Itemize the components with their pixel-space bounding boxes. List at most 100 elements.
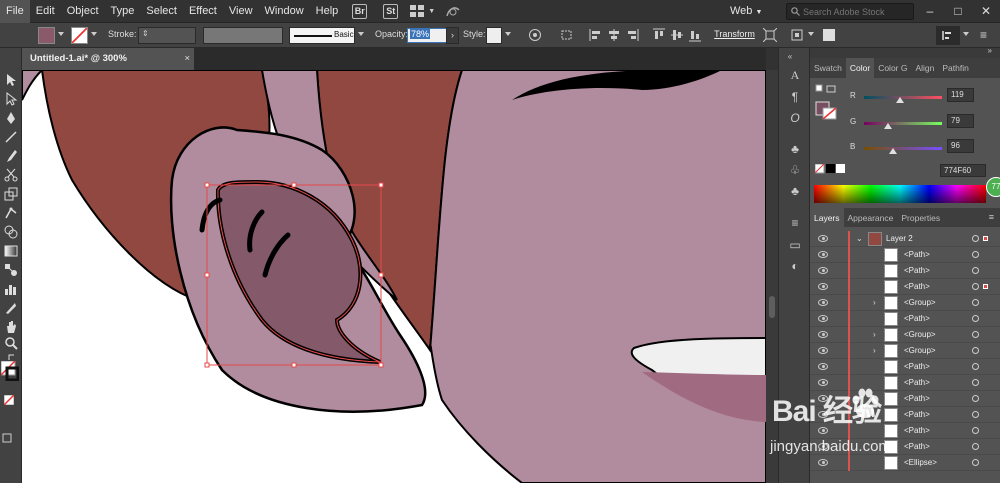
variable-width-profile[interactable] (203, 27, 283, 44)
tab-layers[interactable]: Layers (810, 208, 844, 227)
hand-tool-icon[interactable] (3, 319, 19, 335)
layer-row[interactable]: <Path> (810, 247, 1000, 263)
zoom-tool-icon[interactable] (3, 335, 19, 351)
hamburger-menu-icon[interactable]: ≡ (980, 28, 987, 42)
bridge-icon[interactable]: Br (352, 3, 368, 19)
blend-tool-icon[interactable] (3, 262, 19, 278)
close-tab-icon[interactable]: × (184, 48, 190, 70)
tab-color[interactable]: Color (845, 58, 875, 78)
paragraph-panel-icon[interactable]: ¶ (788, 90, 802, 104)
align-to-icon[interactable] (560, 28, 574, 42)
minimize-button[interactable]: – (916, 0, 944, 23)
none-color-icon[interactable] (4, 395, 14, 405)
layer-row[interactable]: <Path> (810, 279, 1000, 295)
target-circle-icon[interactable] (972, 251, 979, 258)
selection-handle-ml[interactable] (204, 272, 210, 278)
menu-view[interactable]: View (223, 0, 259, 23)
draw-mode-icon[interactable] (2, 433, 12, 443)
fill-stroke-indicator[interactable] (1, 361, 19, 381)
blue-value-field[interactable]: 96 (947, 139, 974, 153)
selection-handle-br[interactable] (378, 362, 384, 368)
arrange-documents-icon[interactable] (410, 5, 425, 17)
selection-handle-bm[interactable] (291, 362, 297, 368)
chevron-down-icon[interactable] (91, 32, 97, 36)
layer-row[interactable]: <Path> (810, 359, 1000, 375)
brush-definition[interactable]: Basic (289, 27, 355, 44)
visibility-eye-icon[interactable] (818, 235, 828, 242)
menu-effect[interactable]: Effect (183, 0, 223, 23)
scale-tool-icon[interactable] (3, 186, 19, 202)
search-input[interactable] (803, 6, 913, 17)
green-slider-track[interactable] (864, 122, 942, 125)
maximize-button[interactable]: □ (944, 0, 972, 23)
paintbrush-tool-icon[interactable] (3, 148, 19, 164)
gpu-performance-icon[interactable] (445, 4, 461, 18)
selection-tool-icon[interactable] (3, 72, 19, 88)
slice-tool-icon[interactable] (3, 300, 19, 316)
layer-row-layer2[interactable]: ⌄ Layer 2 (810, 231, 1000, 247)
chevron-right-icon[interactable]: › (873, 298, 876, 307)
libraries-panel-icon[interactable]: ♧ (788, 163, 802, 177)
panel-options-icon[interactable]: ≡ (989, 212, 994, 222)
stroke-panel-icon[interactable]: ≡ (788, 216, 802, 230)
selected-art-indicator[interactable] (983, 236, 988, 241)
chevron-down-icon[interactable] (358, 32, 364, 36)
stock-search[interactable] (786, 3, 914, 20)
layer-row[interactable]: › <Group> (810, 295, 1000, 311)
quick-swatches[interactable] (815, 164, 845, 174)
opentype-panel-icon[interactable]: O (788, 111, 802, 125)
chevron-down-icon[interactable]: ▼ (428, 8, 435, 15)
brushes-panel-icon[interactable]: ♣ (788, 184, 802, 198)
align-top-icon[interactable] (652, 28, 666, 42)
target-circle-icon[interactable] (972, 315, 979, 322)
target-circle-icon[interactable] (972, 363, 979, 370)
align-middle-icon[interactable] (670, 28, 684, 42)
stock-icon[interactable]: St (383, 3, 399, 19)
visibility-eye-icon[interactable] (818, 315, 828, 322)
target-circle-icon[interactable] (972, 347, 979, 354)
swap-fill-stroke-icon[interactable] (8, 353, 16, 361)
collapse-icon[interactable]: « (783, 50, 797, 64)
workspace-switcher[interactable]: Web ▼ (730, 0, 762, 23)
scrollbar-thumb[interactable] (769, 296, 775, 318)
target-circle-icon[interactable] (972, 283, 979, 290)
document-tab[interactable]: Untitled-1.ai* @ 300% (RGB/Preview) × (22, 48, 194, 86)
blue-slider-knob[interactable] (889, 148, 898, 154)
edit-group-icon[interactable] (790, 28, 804, 42)
opacity-arrow-button[interactable]: › (446, 27, 459, 44)
visibility-eye-icon[interactable] (818, 347, 828, 354)
direct-selection-tool-icon[interactable] (3, 91, 19, 107)
face-shape[interactable] (429, 70, 766, 483)
tab-appearance[interactable]: Appearance (844, 208, 898, 227)
color-spectrum[interactable] (814, 185, 986, 203)
pen-tool-icon[interactable] (3, 110, 19, 126)
red-slider-knob[interactable] (896, 97, 905, 103)
selection-handle-tr[interactable] (378, 182, 384, 188)
tab-pathfinder[interactable]: Pathfin (938, 58, 972, 78)
chevron-right-icon[interactable]: › (873, 346, 876, 355)
visibility-eye-icon[interactable] (818, 251, 828, 258)
gradient-tool-icon[interactable] (3, 243, 19, 259)
target-circle-icon[interactable] (972, 235, 979, 242)
align-center-icon[interactable] (607, 28, 621, 42)
layer-row[interactable]: <Path> (810, 311, 1000, 327)
shape-builder-tool-icon[interactable] (3, 224, 19, 240)
layer-row[interactable]: › <Group> (810, 327, 1000, 343)
stepper-icon[interactable]: ⇕ (142, 29, 149, 38)
selection-handle-mr[interactable] (378, 272, 384, 278)
tab-align[interactable]: Align (911, 58, 938, 78)
menu-help[interactable]: Help (310, 0, 345, 23)
visibility-eye-icon[interactable] (818, 299, 828, 306)
chevron-down-icon[interactable]: ⌄ (856, 234, 863, 243)
green-slider-knob[interactable] (884, 123, 893, 129)
target-circle-icon[interactable] (972, 267, 979, 274)
panel-menu-button[interactable] (936, 26, 960, 45)
puppet-warp-tool-icon[interactable] (3, 205, 19, 221)
target-circle-icon[interactable] (972, 331, 979, 338)
fill-swatch[interactable] (38, 27, 55, 44)
menu-type[interactable]: Type (105, 0, 141, 23)
green-value-field[interactable]: 79 (947, 114, 974, 128)
menu-select[interactable]: Select (140, 0, 183, 23)
selection-handle-tm[interactable] (291, 182, 297, 188)
line-tool-icon[interactable] (3, 129, 19, 145)
